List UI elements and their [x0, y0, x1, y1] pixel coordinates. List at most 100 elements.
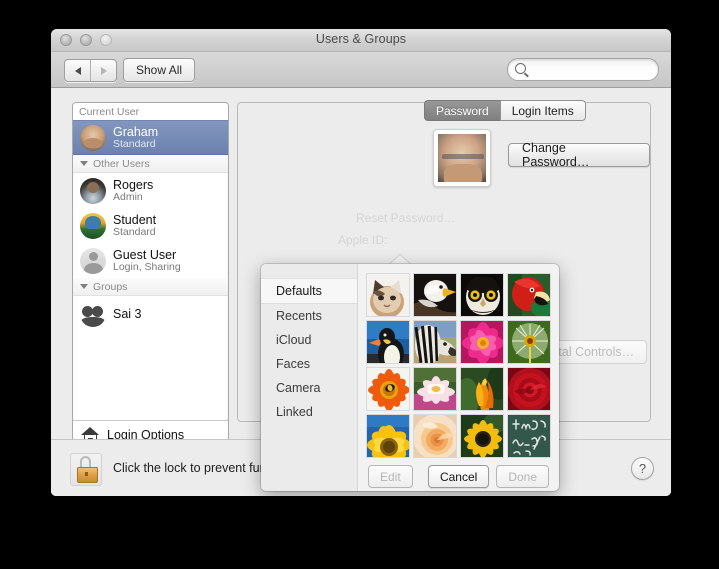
edit-label: Edit — [380, 469, 401, 484]
section-header-groups[interactable]: Groups — [73, 278, 228, 296]
owl-image — [461, 274, 503, 316]
user-row-graham[interactable]: Graham Standard — [73, 120, 228, 155]
window-title: Users & Groups — [315, 32, 407, 46]
user-picture — [438, 134, 486, 182]
user-row-student[interactable]: Student Standard — [73, 208, 228, 243]
picture-cell-penguin[interactable] — [366, 320, 410, 364]
group-row-sai-3[interactable]: Sai 3 — [73, 296, 228, 331]
apple-id-faded-label: Apple ID: — [338, 233, 388, 247]
popover-category-icloud[interactable]: iCloud — [261, 328, 357, 352]
picture-cell-chalkboard[interactable] — [507, 414, 551, 458]
user-name: Guest User — [113, 247, 177, 262]
reset-password-faded-label: Reset Password… — [356, 211, 456, 225]
user-list[interactable]: Current User Graham Standard Other Users — [72, 102, 229, 422]
show-all-label: Show All — [136, 63, 183, 77]
user-row-guest-user[interactable]: Guest User Login, Sharing — [73, 243, 228, 278]
show-all-button[interactable]: Show All — [123, 58, 196, 82]
done-label: Done — [508, 469, 537, 484]
user-text: Guest User Login, Sharing — [113, 248, 181, 274]
picture-grid — [366, 273, 551, 458]
cancel-label: Cancel — [439, 469, 478, 484]
back-button[interactable] — [65, 60, 91, 81]
popover-category-camera[interactable]: Camera — [261, 376, 357, 400]
tab-login-items[interactable]: Login Items — [499, 100, 586, 121]
avatar — [80, 212, 106, 239]
sunflower-image — [367, 415, 409, 457]
search-icon — [515, 63, 526, 74]
category-label: iCloud — [276, 333, 312, 347]
section-header-current-user: Current User — [73, 103, 228, 120]
peach-rose-image — [414, 415, 456, 457]
popover-category-recents[interactable]: Recents — [261, 304, 357, 328]
pink-dahlia-image — [461, 321, 503, 363]
picture-cell-black-eyed-susan[interactable] — [460, 414, 504, 458]
user-name: Student — [113, 212, 157, 227]
tab-password[interactable]: Password — [424, 100, 500, 121]
user-text: Student Standard — [113, 213, 156, 239]
avatar — [80, 124, 106, 151]
penguin-image — [367, 321, 409, 363]
user-role: Standard — [113, 225, 156, 238]
section-header-other-users[interactable]: Other Users — [73, 155, 228, 173]
picture-cell-cat[interactable] — [366, 273, 410, 317]
popover-category-faces[interactable]: Faces — [261, 352, 357, 376]
toolbar: Show All — [51, 52, 671, 88]
help-label: ? — [638, 461, 647, 476]
change-password-button[interactable]: Change Password… — [508, 141, 650, 169]
picture-cell-sunflower[interactable] — [366, 414, 410, 458]
category-label: Linked — [276, 405, 313, 419]
popover-category-defaults[interactable]: Defaults — [261, 278, 357, 304]
title-bar: Users & Groups — [51, 29, 671, 52]
section-label: Other Users — [93, 157, 150, 170]
picture-cell-water-lily[interactable] — [413, 367, 457, 411]
help-button[interactable]: ? — [631, 457, 654, 480]
avatar — [80, 177, 106, 204]
tab-label: Login Items — [511, 103, 574, 118]
user-row-rogers[interactable]: Rogers Admin — [73, 173, 228, 208]
window-body: Current User Graham Standard Other Users — [51, 88, 671, 496]
user-picture-popover: Defaults Recents iCloud Faces Camera Lin… — [261, 255, 559, 491]
picture-cell-orange-poppy[interactable] — [460, 367, 504, 411]
disclosure-triangle-icon — [80, 161, 88, 166]
tab-label: Password — [436, 103, 489, 118]
cat-image — [367, 274, 409, 316]
popover-category-linked[interactable]: Linked — [261, 400, 357, 424]
edit-button[interactable]: Edit — [368, 465, 413, 488]
orange-poppy-image — [461, 368, 503, 410]
group-text: Sai 3 — [113, 307, 142, 321]
chalkboard-image — [508, 415, 550, 457]
avatar — [80, 247, 106, 274]
group-avatar — [80, 300, 106, 327]
chevron-right-icon — [100, 66, 107, 75]
category-label: Faces — [276, 357, 311, 371]
cancel-button[interactable]: Cancel — [427, 465, 490, 488]
search-field[interactable] — [507, 58, 659, 81]
picture-cell-owl[interactable] — [460, 273, 504, 317]
user-text: Graham Standard — [113, 125, 158, 151]
orange-gerbera-image — [367, 368, 409, 410]
user-role: Admin — [113, 190, 143, 203]
user-name: Graham — [113, 124, 159, 139]
popover-content: Edit Cancel Done — [358, 264, 559, 491]
chevron-left-icon — [74, 66, 81, 75]
eagle-image — [414, 274, 456, 316]
picture-cell-peach-rose[interactable] — [413, 414, 457, 458]
pane-tabs: Password Login Items — [424, 100, 586, 121]
search-input[interactable] — [530, 61, 652, 79]
forward-button[interactable] — [91, 60, 116, 81]
picture-cell-eagle[interactable] — [413, 273, 457, 317]
popover-category-list[interactable]: Defaults Recents iCloud Faces Camera Lin… — [261, 264, 358, 491]
picture-cell-red-rose[interactable] — [507, 367, 551, 411]
picture-cell-white-dandelion[interactable] — [507, 320, 551, 364]
picture-cell-parrot[interactable] — [507, 273, 551, 317]
user-picture-button[interactable] — [433, 129, 491, 187]
white-dandelion-image — [508, 321, 550, 363]
disclosure-triangle-icon — [80, 284, 88, 289]
black-eyed-susan-image — [461, 415, 503, 457]
category-label: Camera — [276, 381, 321, 395]
lock-button[interactable] — [70, 453, 102, 486]
picture-cell-zebra[interactable] — [413, 320, 457, 364]
picture-cell-pink-dahlia[interactable] — [460, 320, 504, 364]
done-button[interactable]: Done — [496, 465, 549, 488]
picture-cell-orange-gerbera[interactable] — [366, 367, 410, 411]
